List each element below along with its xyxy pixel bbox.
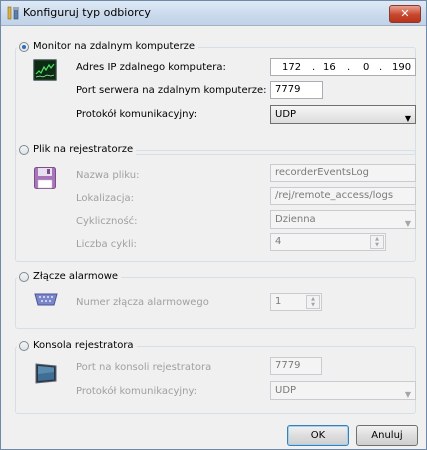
cycles-count-value: 4 [275,236,282,247]
spin-buttons[interactable]: ▲ ▼ [370,235,384,249]
screen-icon [35,363,57,384]
tool-icon [7,6,19,20]
console-port-input[interactable]: 7779 [270,357,322,375]
close-button[interactable]: ✕ [389,5,421,23]
chevron-down-icon: ▼ [404,114,411,123]
alarm-radio[interactable] [19,272,29,282]
monitor-option[interactable]: Monitor na zdalnym komputerze [17,40,199,54]
monitor-radio[interactable] [19,42,29,52]
dialog-title: Konfiguruj typ odbiorcy [23,6,151,19]
console-option[interactable]: Konsola rejestratora [17,339,137,353]
alarm-port-stepper[interactable]: 1 ▲ ▼ [270,293,322,311]
cycle-select[interactable]: Dzienna ▼ [270,210,416,229]
location-label: Lokalizacja: [76,193,134,204]
configure-receiver-dialog: Konfiguruj typ odbiorcy ✕ Monitor na zda… [0,0,427,450]
chevron-down-icon: ▼ [404,219,411,228]
alarm-legend: Złącze alarmowe [33,271,119,282]
server-port-label: Port serwera na zdalnym komputerze: [76,85,267,96]
location-input[interactable]: /rej/remote_access/logs [270,187,416,205]
file-legend: Plik na rejestratorze [33,144,134,155]
file-option[interactable]: Plik na rejestratorze [17,143,137,157]
protocol-label: Protokół komunikacyjny: [76,109,198,120]
cycles-count-stepper[interactable]: 4 ▲ ▼ [270,233,386,251]
chevron-down-icon: ▼ [404,390,411,399]
monitor-legend: Monitor na zdalnym komputerze [33,41,196,52]
cycles-count-label: Liczba cykli: [76,239,137,250]
title-bar[interactable]: Konfiguruj typ odbiorcy ✕ [1,1,426,26]
console-protocol-label: Protokół komunikacyjny: [76,386,198,397]
console-port-label: Port na konsoli rejestratora [76,362,212,373]
alarm-port-label: Numer złącza alarmowego [76,297,209,308]
monitor-graph-icon [33,59,57,81]
alarm-port-value: 1 [275,296,282,307]
console-radio[interactable] [19,341,29,351]
serial-port-icon [34,293,58,306]
console-group [15,346,416,414]
protocol-value: UDP [275,109,297,120]
ip-label: Adres IP zdalnego komputera: [76,62,226,73]
cancel-button[interactable]: Anuluj [356,425,418,446]
ip-octet-1[interactable]: 172 [282,62,301,73]
protocol-select[interactable]: UDP ▼ [270,105,416,124]
ip-octet-3[interactable]: 0 [363,62,369,73]
ip-address-field[interactable]: 172 . 16 . 0 . 190 [270,58,416,76]
ip-octet-4[interactable]: 190 [392,62,411,73]
server-port-input[interactable]: 7779 [270,81,323,99]
console-protocol-select[interactable]: UDP ▼ [270,381,416,400]
ok-button[interactable]: OK [287,425,349,446]
file-name-label: Nazwa pliku: [76,170,140,181]
cycle-label: Cykliczność: [76,216,138,227]
cycle-value: Dzienna [275,214,316,225]
file-name-input[interactable]: recorderEventsLog [270,164,416,182]
file-radio[interactable] [19,145,29,155]
console-legend: Konsola rejestratora [33,340,134,351]
console-protocol-value: UDP [275,385,297,396]
floppy-disk-icon [34,167,56,189]
spin-buttons[interactable]: ▲ ▼ [306,295,320,309]
alarm-option[interactable]: Złącze alarmowe [17,270,122,284]
ip-octet-2[interactable]: 16 [323,62,336,73]
